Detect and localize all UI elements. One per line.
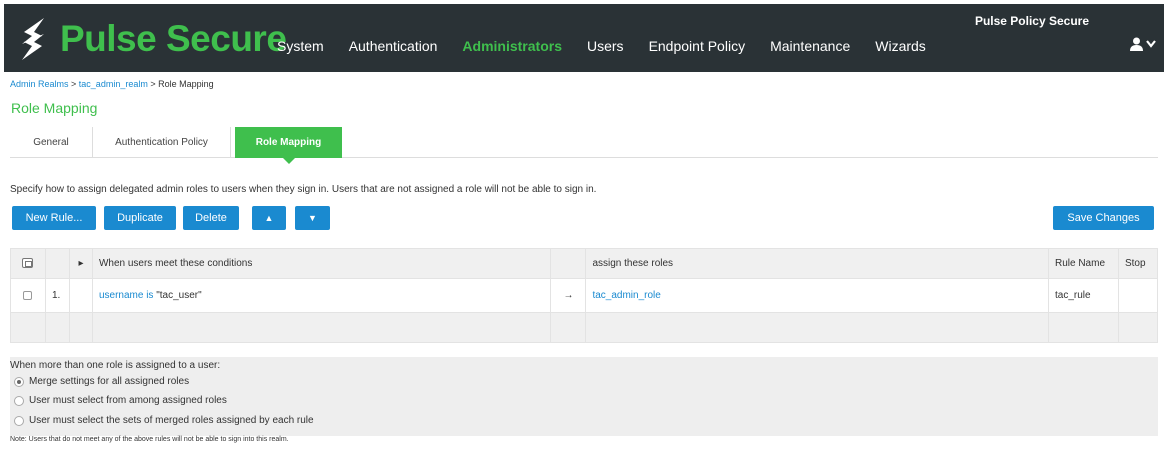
page-description: Specify how to assign delegated admin ro… (10, 184, 597, 195)
select-all-header[interactable] (10, 248, 46, 279)
row-rule-name: tac_rule (1047, 278, 1119, 313)
row-conditions[interactable]: username is "tac_user" (91, 278, 552, 313)
empty-cell (585, 312, 1049, 343)
product-name: Pulse Policy Secure (974, 14, 1089, 28)
top-navigation-bar: Pulse Secure System Authentication Admin… (4, 4, 1164, 72)
nav-item-endpoint-policy[interactable]: Endpoint Policy (649, 38, 746, 54)
rules-table: ▸ When users meet these conditions assig… (10, 248, 1159, 343)
nav-item-users[interactable]: Users (587, 38, 624, 54)
nav-item-administrators[interactable]: Administrators (462, 38, 562, 54)
condition-link[interactable]: username is (99, 290, 153, 301)
nav-item-wizards[interactable]: Wizards (875, 38, 926, 54)
merge-settings-option[interactable]: Merge settings for all assigned roles (14, 376, 189, 387)
breadcrumb-admin-realms[interactable]: Admin Realms (10, 79, 69, 89)
tab-role-mapping[interactable]: Role Mapping (235, 127, 342, 164)
arrow-up-icon: ▲ (264, 213, 274, 223)
row-roles[interactable]: tac_admin_role (585, 278, 1049, 313)
row-expand-cell (68, 278, 93, 313)
merge-settings-radio[interactable] (14, 376, 24, 387)
user-icon (1130, 37, 1143, 51)
select-merged-sets-radio[interactable] (14, 415, 24, 426)
chevron-down-icon (1146, 40, 1156, 48)
conditions-header: When users meet these conditions (91, 248, 552, 279)
move-down-button[interactable]: ▼ (295, 206, 330, 230)
row-index: 1. (44, 278, 70, 313)
pulse-secure-logo-icon (22, 18, 44, 60)
realm-note: Note: Users that do not meet any of the … (10, 436, 289, 443)
page-title: Role Mapping (11, 100, 98, 116)
duplicate-button[interactable]: Duplicate (104, 206, 176, 230)
breadcrumb-tac-admin-realm[interactable]: tac_admin_realm (79, 79, 148, 89)
role-link[interactable]: tac_admin_role (592, 290, 660, 301)
main-nav: System Authentication Administrators Use… (277, 38, 951, 54)
empty-cell (550, 312, 587, 343)
multi-role-heading: When more than one role is assigned to a… (10, 360, 221, 371)
expand-arrow-icon: ▸ (78, 258, 84, 269)
select-merged-sets-option[interactable]: User must select the sets of merged role… (14, 415, 314, 426)
tab-general[interactable]: General (10, 127, 93, 158)
nav-item-authentication[interactable]: Authentication (349, 38, 438, 54)
select-all-checkbox[interactable] (22, 258, 34, 269)
row-stop (1117, 278, 1159, 313)
row-checkbox[interactable] (23, 290, 33, 300)
empty-cell (1047, 312, 1119, 343)
empty-cell (44, 312, 70, 343)
pulse-secure-logo[interactable]: Pulse Secure (14, 14, 287, 64)
save-changes-button[interactable]: Save Changes (1053, 206, 1154, 230)
index-header (44, 248, 70, 279)
new-rule-button[interactable]: New Rule... (12, 206, 96, 230)
breadcrumb-separator: > (147, 79, 159, 89)
table-row[interactable]: 1. username is "tac_user" → tac_admin_ro… (10, 278, 1159, 313)
arrow-header (550, 248, 587, 279)
stop-header: Stop (1117, 248, 1159, 279)
tab-authentication-policy[interactable]: Authentication Policy (93, 127, 231, 158)
empty-cell (10, 312, 46, 343)
table-empty-row (10, 312, 1159, 343)
brand-name: Pulse Secure (60, 18, 287, 59)
select-among-roles-option[interactable]: User must select from among assigned rol… (14, 395, 227, 406)
rule-name-header: Rule Name (1047, 248, 1119, 279)
breadcrumb-separator: > (68, 79, 79, 89)
select-among-roles-label: User must select from among assigned rol… (29, 395, 227, 406)
empty-cell (68, 312, 93, 343)
tab-bar: General Authentication Policy Role Mappi… (10, 127, 1158, 164)
user-menu[interactable] (1130, 37, 1156, 51)
delete-button[interactable]: Delete (183, 206, 239, 230)
roles-header: assign these roles (585, 248, 1049, 279)
select-among-roles-radio[interactable] (14, 395, 24, 406)
empty-cell (1117, 312, 1159, 343)
multi-role-options: When more than one role is assigned to a… (10, 357, 1158, 436)
row-select-cell[interactable] (10, 278, 46, 313)
table-header-row: ▸ When users meet these conditions assig… (10, 248, 1159, 279)
nav-item-system[interactable]: System (277, 38, 324, 54)
nav-item-maintenance[interactable]: Maintenance (770, 38, 850, 54)
merge-settings-label: Merge settings for all assigned roles (29, 376, 190, 387)
breadcrumb-current: Role Mapping (158, 79, 214, 89)
move-up-button[interactable]: ▲ (252, 206, 286, 230)
expand-header[interactable]: ▸ (68, 248, 93, 279)
breadcrumb: Admin Realms > tac_admin_realm > Role Ma… (10, 79, 214, 89)
select-merged-sets-label: User must select the sets of merged role… (29, 415, 314, 426)
condition-value: "tac_user" (153, 290, 202, 301)
empty-cell (91, 312, 552, 343)
arrow-down-icon: ▼ (308, 213, 317, 223)
row-arrow: → (550, 278, 587, 313)
